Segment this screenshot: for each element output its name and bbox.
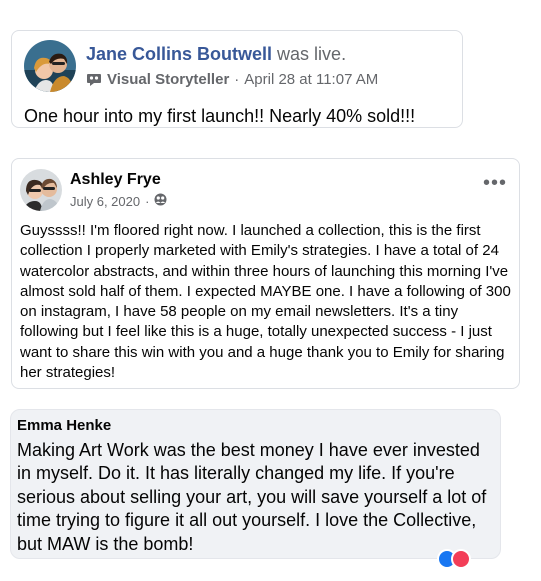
- post-options-menu-button[interactable]: •••: [483, 173, 507, 193]
- group-audience-icon: [154, 193, 167, 209]
- group-post-card: Ashley Frye July 6, 2020 · ••• Guyssss!!…: [11, 158, 520, 389]
- comment-bubble: Emma Henke Making Art Work was the best …: [10, 409, 501, 559]
- visual-storyteller-badge-icon: [86, 73, 102, 87]
- post-text: Guyssss!! I'm floored right now. I launc…: [20, 222, 511, 382]
- comment-author-link[interactable]: Emma Henke: [17, 417, 111, 434]
- post-meta: July 6, 2020 ·: [70, 193, 167, 209]
- post-text: One hour into my first launch!! Nearly 4…: [24, 106, 416, 126]
- live-post-card: Jane Collins Boutwell was live. Visual S…: [11, 30, 463, 128]
- author-avatar[interactable]: [24, 40, 76, 92]
- meta-separator: ·: [145, 193, 150, 209]
- author-name-link[interactable]: Jane Collins Boutwell: [86, 44, 272, 64]
- post-meta: Visual Storyteller · April 28 at 11:07 A…: [86, 71, 378, 88]
- reaction-summary[interactable]: [437, 549, 471, 569]
- love-reaction-icon: [451, 549, 471, 569]
- member-badge-label[interactable]: Visual Storyteller: [107, 71, 229, 88]
- meta-separator: ·: [234, 71, 240, 88]
- post-date[interactable]: July 6, 2020: [70, 194, 140, 209]
- post-header: Jane Collins Boutwell was live.: [86, 44, 346, 65]
- live-status-text: was live.: [277, 44, 347, 64]
- author-avatar[interactable]: [20, 169, 62, 211]
- comment-text: Making Art Work was the best money I hav…: [17, 440, 487, 554]
- post-timestamp[interactable]: April 28 at 11:07 AM: [244, 71, 378, 88]
- author-name-link[interactable]: Ashley Frye: [70, 171, 161, 189]
